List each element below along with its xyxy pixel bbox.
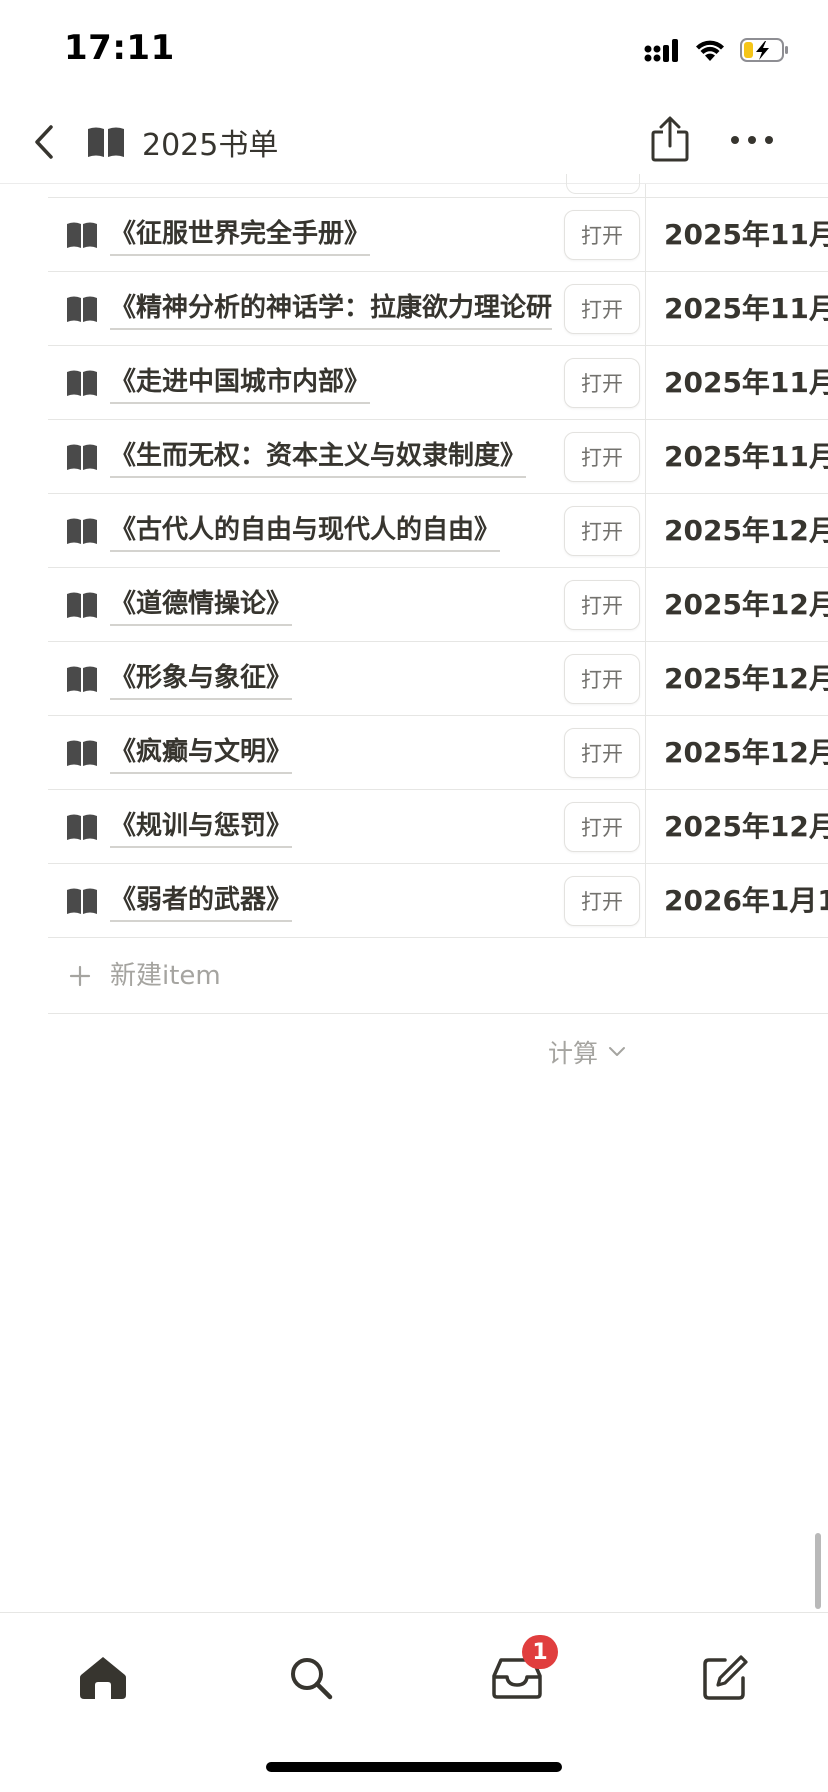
chevron-down-icon <box>609 1047 626 1056</box>
scrollbar[interactable] <box>815 1533 821 1609</box>
book-title-link[interactable]: 《走进中国城市内部》 <box>110 360 371 404</box>
column-divider <box>645 184 646 197</box>
book-title-link[interactable]: 《疯癫与文明》 <box>110 730 293 774</box>
book-title-link[interactable]: 《形象与象征》 <box>110 656 293 700</box>
date-cell[interactable]: 2025年12月 <box>664 494 828 568</box>
cellular-signal-icon <box>644 39 678 62</box>
book-icon <box>67 888 97 914</box>
date-cell[interactable]: 2025年12月 <box>664 716 828 790</box>
ellipsis-icon <box>731 136 773 144</box>
table-row[interactable]: 《古代人的自由与现代人的自由》 打开 2025年12月 <box>48 494 828 568</box>
inbox-badge: 1 <box>522 1635 558 1669</box>
book-title-link[interactable]: 《精神分析的神话学：拉康欲力理论研 <box>110 286 553 330</box>
tab-compose[interactable] <box>690 1643 760 1713</box>
calculate-button[interactable]: 计算 <box>548 1032 626 1072</box>
book-title-link[interactable]: 《征服世界完全手册》 <box>110 212 371 256</box>
table-row[interactable]: 《弱者的武器》 打开 2026年1月1 <box>48 864 828 938</box>
book-icon <box>67 666 97 692</box>
book-icon <box>67 814 97 840</box>
book-icon <box>67 592 97 618</box>
date-cell[interactable]: 2025年11月 <box>664 346 828 420</box>
share-button[interactable] <box>648 114 692 164</box>
open-button[interactable]: 打开 <box>564 728 640 778</box>
battery-charging-icon <box>740 38 788 62</box>
table-row-partial <box>48 174 828 198</box>
column-divider <box>645 420 646 493</box>
open-button[interactable]: 打开 <box>564 284 640 334</box>
column-divider <box>645 642 646 715</box>
open-button[interactable]: 打开 <box>564 802 640 852</box>
chevron-left-icon <box>35 125 53 159</box>
date-cell[interactable]: 2025年11月 <box>664 198 828 272</box>
new-item-label: 新建item <box>110 961 221 991</box>
table-row[interactable]: 《征服世界完全手册》 打开 2025年11月 <box>48 198 828 272</box>
book-icon <box>67 518 97 544</box>
book-icon <box>67 296 97 322</box>
home-icon <box>80 1657 126 1699</box>
column-divider <box>645 568 646 641</box>
book-title-link[interactable]: 《弱者的武器》 <box>110 878 293 922</box>
date-cell[interactable]: 2025年12月 <box>664 790 828 864</box>
calculate-label: 计算 <box>548 1039 599 1068</box>
open-button[interactable]: 打开 <box>564 506 640 556</box>
page-title-group[interactable]: 2025书单 <box>86 120 278 164</box>
new-item-button[interactable]: 新建item <box>48 938 828 1014</box>
date-cell[interactable]: 2026年1月1 <box>664 864 828 938</box>
table-row[interactable]: 《规训与惩罚》 打开 2025年12月 <box>48 790 828 864</box>
status-bar: 17:11 <box>0 0 828 100</box>
open-button[interactable]: 打开 <box>564 580 640 630</box>
open-button[interactable]: 打开 <box>564 876 640 926</box>
tab-home[interactable] <box>68 1643 138 1713</box>
back-button[interactable] <box>24 120 64 164</box>
book-icon <box>67 370 97 396</box>
plus-icon <box>69 965 91 987</box>
page: 17:11 2025书单 《征服世界完全手册》 打开 2025年11月 《精神分… <box>0 0 828 1792</box>
table-row[interactable]: 《精神分析的神话学：拉康欲力理论研 打开 2025年11月 <box>48 272 828 346</box>
home-indicator[interactable] <box>266 1762 562 1772</box>
date-cell[interactable]: 2025年12月 <box>664 642 828 716</box>
database-table: 《征服世界完全手册》 打开 2025年11月 《精神分析的神话学：拉康欲力理论研… <box>48 174 828 1090</box>
column-divider <box>645 272 646 345</box>
column-divider <box>645 198 646 271</box>
table-row[interactable]: 《形象与象征》 打开 2025年12月 <box>48 642 828 716</box>
table-row[interactable]: 《走进中国城市内部》 打开 2025年11月 <box>48 346 828 420</box>
column-divider <box>645 790 646 863</box>
tab-search[interactable] <box>276 1643 346 1713</box>
calculation-row: 计算 <box>48 1014 828 1090</box>
book-title-link[interactable]: 《道德情操论》 <box>110 582 293 626</box>
open-button[interactable]: 打开 <box>564 358 640 408</box>
compose-icon <box>703 1655 748 1700</box>
wifi-icon <box>696 40 724 61</box>
open-button[interactable]: 打开 <box>564 654 640 704</box>
page-title: 2025书单 <box>142 128 279 163</box>
book-icon <box>67 740 97 766</box>
book-title-link[interactable]: 《规训与惩罚》 <box>110 804 293 848</box>
date-cell[interactable]: 2025年12月 <box>664 568 828 642</box>
book-title-link[interactable]: 《古代人的自由与现代人的自由》 <box>110 508 501 552</box>
open-button[interactable]: 打开 <box>564 432 640 482</box>
column-divider <box>645 864 646 937</box>
book-icon <box>67 444 97 470</box>
date-cell[interactable]: 2025年11月 <box>664 272 828 346</box>
table-row[interactable]: 《生而无权：资本主义与奴隶制度》 打开 2025年11月 <box>48 420 828 494</box>
status-time: 17:11 <box>64 28 175 68</box>
open-button[interactable]: 打开 <box>564 210 640 260</box>
status-icons <box>644 34 790 66</box>
book-icon <box>88 127 124 157</box>
column-divider <box>645 716 646 789</box>
book-title-link[interactable]: 《生而无权：资本主义与奴隶制度》 <box>110 434 527 478</box>
table-row[interactable]: 《疯癫与文明》 打开 2025年12月 <box>48 716 828 790</box>
table-rows: 《征服世界完全手册》 打开 2025年11月 《精神分析的神话学：拉康欲力理论研… <box>48 198 828 938</box>
column-divider <box>645 346 646 419</box>
navigation-header: 2025书单 <box>0 100 828 184</box>
search-icon <box>291 1658 333 1700</box>
open-button-partial[interactable] <box>566 174 640 194</box>
more-options-button[interactable] <box>726 122 778 158</box>
share-icon <box>651 116 689 162</box>
table-row[interactable]: 《道德情操论》 打开 2025年12月 <box>48 568 828 642</box>
book-icon <box>67 222 97 248</box>
date-cell[interactable]: 2025年11月 <box>664 420 828 494</box>
column-divider <box>645 494 646 567</box>
